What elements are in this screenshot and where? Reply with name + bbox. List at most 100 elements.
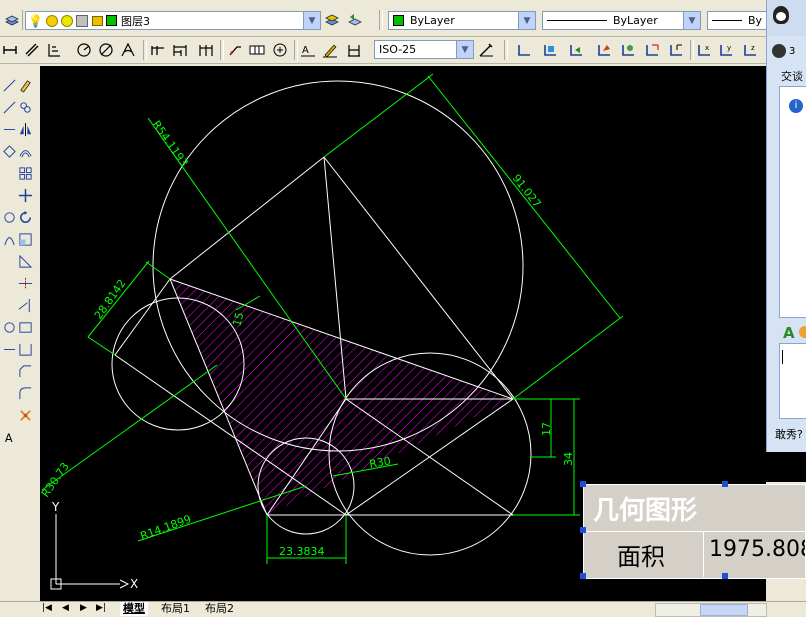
ucs-origin-icon[interactable] <box>666 40 686 60</box>
offset-icon[interactable] <box>16 142 34 160</box>
leader-icon[interactable] <box>225 40 245 60</box>
copy-icon[interactable] <box>16 98 34 116</box>
dim-text[interactable]: 91.027 <box>510 172 544 210</box>
ucs-previous-icon[interactable] <box>566 40 586 60</box>
chat-input[interactable] <box>779 343 806 419</box>
dim-text[interactable]: 28.8142 <box>92 277 129 322</box>
svg-text:z: z <box>751 44 755 52</box>
baseline-dim-icon[interactable] <box>170 40 190 60</box>
trim-icon[interactable] <box>16 274 34 292</box>
dim-edit-icon[interactable]: A <box>298 40 318 60</box>
tab-model[interactable]: 模型 <box>120 602 148 616</box>
ucs-y-icon[interactable]: y <box>716 40 736 60</box>
layer-combo[interactable]: 💡 图层3 ▼ <box>25 11 321 30</box>
ucs-x-icon[interactable]: x <box>694 40 714 60</box>
ucs-icon[interactable] <box>514 40 534 60</box>
linear-dim-icon[interactable] <box>0 40 20 60</box>
dim-text[interactable]: R54.1193 <box>150 118 191 169</box>
break-icon[interactable] <box>16 318 34 336</box>
chevron-down-icon[interactable]: ▼ <box>683 12 700 29</box>
dimension-line[interactable] <box>145 261 171 280</box>
array-icon[interactable] <box>16 164 34 182</box>
ucs-world-icon[interactable] <box>540 40 560 60</box>
geometry-line[interactable] <box>169 156 325 280</box>
dim-text[interactable]: R30.73 <box>39 460 72 500</box>
color-icon[interactable] <box>799 326 806 338</box>
dim-update-icon[interactable] <box>344 40 364 60</box>
grip-handle[interactable] <box>580 573 586 579</box>
angular-dim-icon[interactable] <box>118 40 138 60</box>
grip-handle[interactable] <box>722 481 728 487</box>
lineweight-combo[interactable]: By <box>707 11 767 30</box>
move-icon[interactable] <box>16 186 34 204</box>
grip-handle[interactable] <box>722 573 728 579</box>
grip-handle[interactable] <box>580 481 586 487</box>
chamfer-icon[interactable] <box>16 362 34 380</box>
stretch-icon[interactable] <box>16 252 34 270</box>
quick-dim-icon[interactable] <box>148 40 168 60</box>
last-tab-icon[interactable]: ▶| <box>96 603 106 613</box>
area-table[interactable]: 几何图形 面积 1975.8088 <box>580 481 806 579</box>
ucs-z-icon[interactable]: z <box>740 40 760 60</box>
chevron-down-icon[interactable]: ▼ <box>456 41 473 58</box>
dimstyle-combo[interactable]: ISO-25 ▼ <box>374 40 474 59</box>
next-tab-icon[interactable]: ▶ <box>80 603 87 613</box>
extend-icon[interactable] <box>16 296 34 314</box>
color-combo[interactable]: ByLayer ▼ <box>388 11 536 30</box>
explode-icon[interactable] <box>16 406 34 424</box>
ucs-view-icon[interactable] <box>642 40 662 60</box>
prev-tab-icon[interactable]: ◀ <box>62 603 69 613</box>
svg-text:A: A <box>4 432 12 445</box>
dim-text[interactable]: R14.1899 <box>139 512 193 542</box>
dim-text[interactable]: 23.3834 <box>279 545 325 558</box>
tolerance-icon[interactable] <box>247 40 267 60</box>
aligned-dim-icon[interactable] <box>22 40 42 60</box>
grip-handle[interactable] <box>580 527 586 533</box>
dim-text[interactable]: 34 <box>562 452 575 466</box>
qq-avatar-face <box>776 12 786 21</box>
erase-icon[interactable] <box>16 76 34 94</box>
mirror-icon[interactable] <box>16 120 34 138</box>
layer-previous-icon[interactable] <box>345 10 365 30</box>
scale-icon[interactable] <box>16 230 34 248</box>
tab-layout2[interactable]: 布局2 <box>202 602 237 616</box>
chevron-down-icon[interactable]: ▼ <box>518 12 535 29</box>
draw-tool-icon[interactable] <box>0 98 18 116</box>
continue-dim-icon[interactable] <box>196 40 216 60</box>
make-current-layer-icon[interactable] <box>322 10 342 30</box>
fillet-icon[interactable] <box>16 384 34 402</box>
draw-tool-icon[interactable] <box>0 318 18 336</box>
dim-text-edit-icon[interactable] <box>320 40 340 60</box>
radius-dim-icon[interactable] <box>74 40 94 60</box>
ordinate-dim-icon[interactable] <box>44 40 64 60</box>
draw-tool-icon[interactable] <box>0 340 18 358</box>
rotate-icon[interactable] <box>16 208 34 226</box>
layer-color-swatch <box>105 15 117 26</box>
draw-tool-icon[interactable]: A <box>0 428 18 446</box>
dimension-line[interactable] <box>323 73 434 158</box>
dimension-line[interactable] <box>87 336 116 356</box>
dim-text[interactable]: 17 <box>540 422 553 436</box>
layer-manager-icon[interactable] <box>2 10 22 30</box>
scrollbar-thumb[interactable] <box>700 604 748 616</box>
join-icon[interactable] <box>16 340 34 358</box>
dim-text[interactable]: R30 <box>368 454 392 471</box>
chevron-down-icon[interactable]: ▼ <box>303 12 320 29</box>
dimension-line[interactable] <box>87 260 150 338</box>
first-tab-icon[interactable]: |◀ <box>42 603 52 613</box>
draw-tool-icon[interactable] <box>0 230 18 248</box>
draw-tool-icon[interactable] <box>0 142 18 160</box>
draw-tool-icon[interactable] <box>0 76 18 94</box>
svg-text:y: y <box>727 44 731 52</box>
ucs-face-icon[interactable] <box>594 40 614 60</box>
dimstyle-manager-icon[interactable] <box>476 40 496 60</box>
draw-tool-icon[interactable] <box>0 208 18 226</box>
diameter-dim-icon[interactable] <box>96 40 116 60</box>
font-icon[interactable]: A <box>783 324 795 342</box>
center-mark-icon[interactable] <box>270 40 290 60</box>
dimension-line[interactable] <box>512 315 624 400</box>
ucs-object-icon[interactable] <box>618 40 638 60</box>
linetype-combo[interactable]: ByLayer ▼ <box>542 11 701 30</box>
tab-layout1[interactable]: 布局1 <box>158 602 193 616</box>
draw-tool-icon[interactable] <box>0 120 18 138</box>
